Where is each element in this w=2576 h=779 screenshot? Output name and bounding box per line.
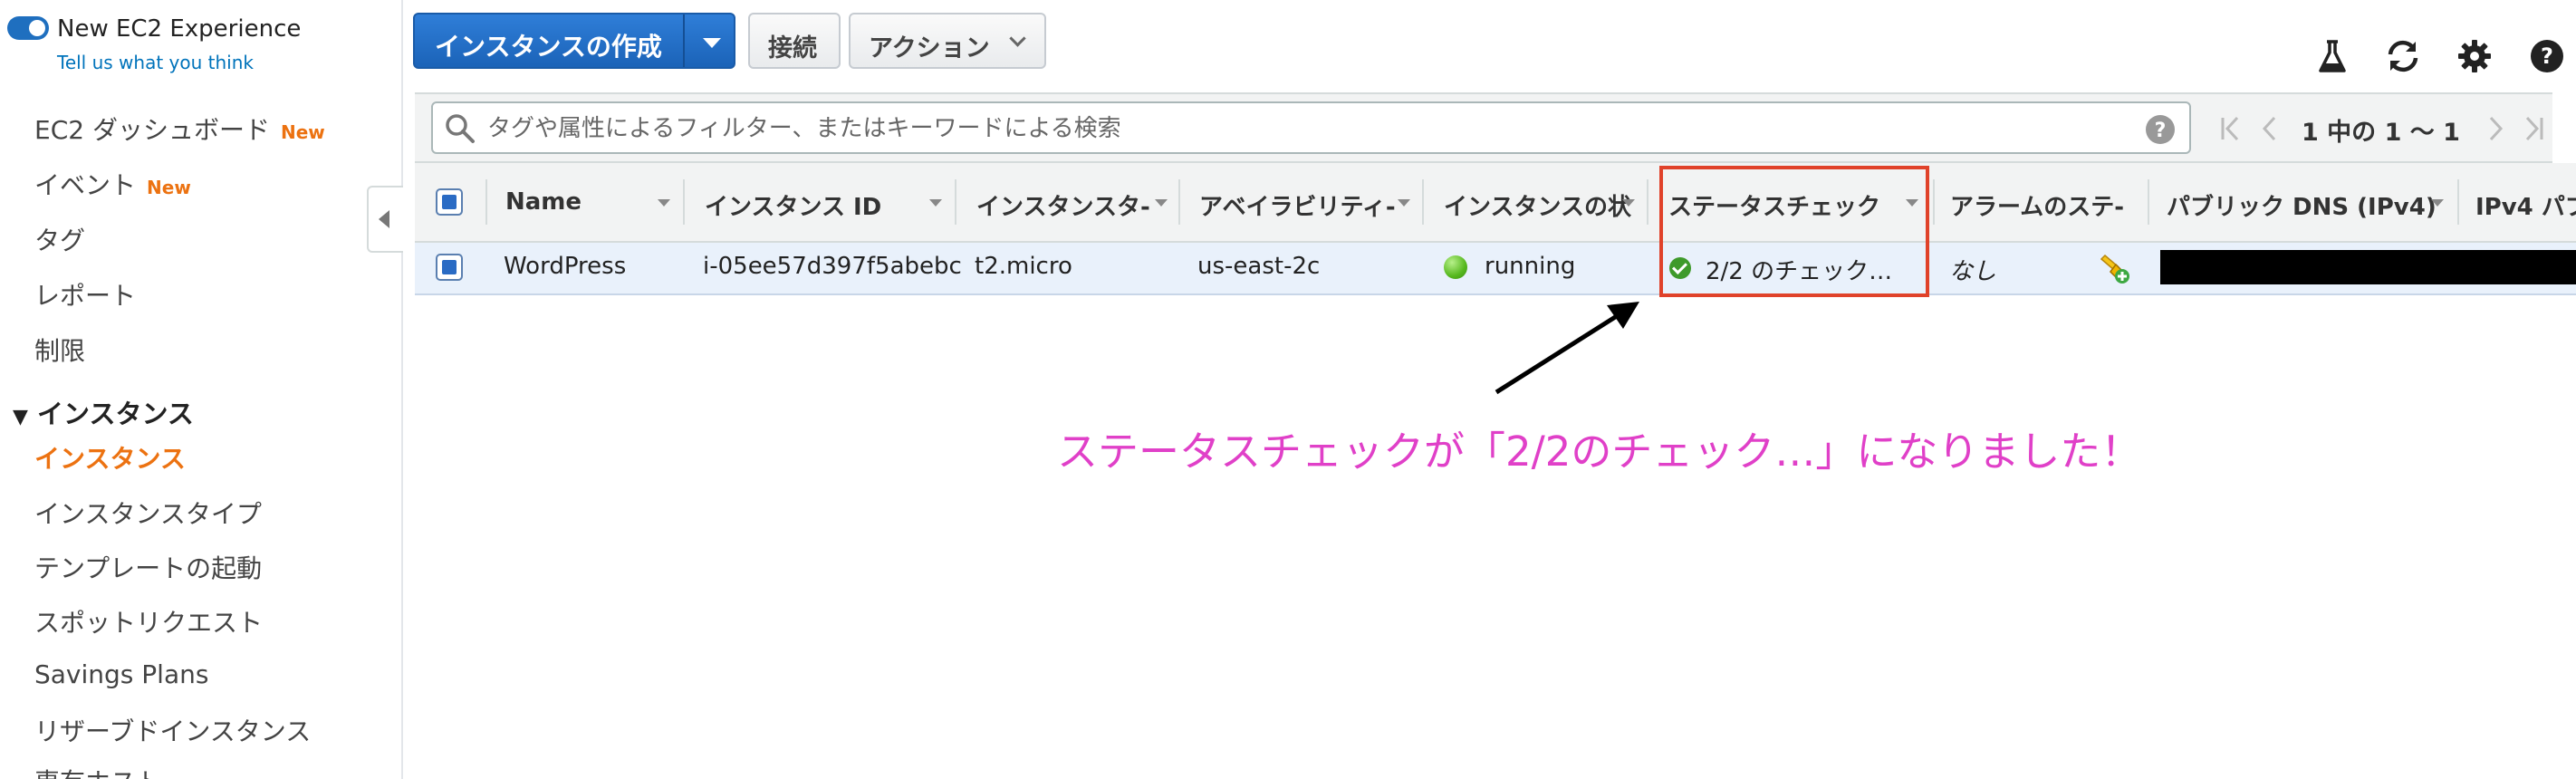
column-divider bbox=[1933, 179, 1935, 225]
annotation-text: ステータスチェックが「2/2のチェック…」になりました！ bbox=[1057, 428, 2142, 476]
new-experience-label: New EC2 Experience bbox=[57, 15, 302, 43]
sidebar-item-instances[interactable]: インスタンス bbox=[34, 439, 186, 476]
sidebar-item-spot-requests[interactable]: スポットリクエスト bbox=[34, 603, 263, 640]
sort-icon[interactable] bbox=[2431, 199, 2444, 207]
cell-name: WordPress bbox=[504, 253, 627, 280]
cell-instance-id: i-05ee57d397f5abebc bbox=[703, 253, 962, 280]
new-badge: New bbox=[280, 121, 325, 143]
button-divider bbox=[683, 14, 685, 67]
svg-text:?: ? bbox=[2541, 43, 2553, 69]
cell-instance-state: running bbox=[1485, 253, 1576, 280]
sidebar-item-dashboard[interactable]: EC2 ダッシュボード New bbox=[34, 111, 325, 147]
sidebar-collapse-button[interactable] bbox=[367, 186, 403, 253]
gear-icon[interactable] bbox=[2455, 36, 2494, 76]
connect-label: 接続 bbox=[768, 34, 817, 63]
cell-alarm-status: なし bbox=[1949, 258, 1997, 285]
cell-availability-zone: us-east-2c bbox=[1197, 253, 1321, 280]
select-all-checkbox[interactable] bbox=[436, 188, 463, 216]
sidebar-section-instances[interactable]: ▼ インスタンス bbox=[13, 393, 194, 431]
new-badge: New bbox=[147, 177, 191, 198]
column-divider bbox=[683, 179, 685, 225]
sidebar-item-label: イベント bbox=[34, 170, 137, 200]
toggle-switch[interactable] bbox=[7, 16, 49, 40]
previous-page-icon[interactable] bbox=[2258, 114, 2280, 143]
sort-icon[interactable] bbox=[1622, 199, 1635, 207]
column-divider bbox=[1178, 179, 1180, 225]
actions-label: アクション bbox=[869, 34, 990, 63]
filter-bar: ? 1 中の 1 〜 1 bbox=[415, 92, 2552, 163]
column-header-alarm-status[interactable]: アラームのステ- bbox=[1950, 188, 2140, 222]
column-header-instance-id[interactable]: インスタンス ID bbox=[705, 188, 922, 222]
new-experience-toggle[interactable] bbox=[7, 16, 49, 40]
search-box[interactable]: ? bbox=[431, 101, 2191, 154]
sidebar-item-limits[interactable]: 制限 bbox=[34, 332, 85, 368]
column-divider bbox=[2148, 179, 2149, 225]
search-icon bbox=[446, 114, 475, 143]
search-input[interactable] bbox=[485, 109, 2101, 149]
sidebar-item-reserved-instances[interactable]: リザーブドインスタンス bbox=[34, 712, 311, 748]
section-title: インスタンス bbox=[37, 399, 194, 429]
flask-icon[interactable] bbox=[2312, 36, 2352, 76]
redacted-public-dns bbox=[2160, 250, 2576, 284]
column-header-instance-type[interactable]: インスタンスタ- bbox=[976, 188, 1167, 222]
column-header-instance-state[interactable]: インスタンスの状 bbox=[1444, 188, 1634, 222]
column-divider bbox=[955, 179, 956, 225]
table-header: Name インスタンス ID インスタンスタ- アベイラビリティ- インスタンス… bbox=[415, 163, 2576, 243]
sidebar: New EC2 Experience Tell us what you thin… bbox=[0, 0, 403, 779]
feedback-link[interactable]: Tell us what you think bbox=[57, 52, 254, 73]
sort-icon[interactable] bbox=[929, 199, 942, 207]
help-icon[interactable]: ? bbox=[2527, 36, 2567, 76]
create-instance-label: インスタンスの作成 bbox=[435, 32, 662, 62]
column-divider bbox=[485, 179, 487, 225]
sort-icon[interactable] bbox=[658, 199, 670, 207]
column-header-public-dns[interactable]: パブリック DNS (IPv4) bbox=[2167, 188, 2438, 222]
column-divider bbox=[1647, 179, 1648, 225]
sort-icon[interactable] bbox=[1398, 199, 1410, 207]
first-page-icon[interactable] bbox=[2217, 114, 2244, 143]
annotation-arrow-icon bbox=[1495, 302, 1639, 395]
sidebar-item-savings-plans[interactable]: Savings Plans bbox=[34, 659, 208, 689]
sidebar-item-events[interactable]: イベント New bbox=[34, 166, 191, 202]
cell-instance-type: t2.micro bbox=[975, 253, 1072, 280]
connect-button[interactable]: 接続 bbox=[748, 13, 841, 69]
refresh-icon[interactable] bbox=[2383, 36, 2423, 76]
actions-button[interactable]: アクション bbox=[849, 13, 1046, 69]
chevron-down-icon bbox=[1009, 30, 1026, 47]
column-divider bbox=[1422, 179, 1424, 225]
add-alarm-icon[interactable] bbox=[2098, 252, 2130, 284]
caret-down-icon: ▼ bbox=[13, 406, 28, 428]
status-check-highlight-box bbox=[1659, 166, 1929, 297]
sidebar-item-dedicated-hosts[interactable]: 専有ホスト bbox=[34, 763, 161, 779]
last-page-icon[interactable] bbox=[2520, 114, 2547, 143]
column-header-ipv4-public[interactable]: IPv4 パブ bbox=[2475, 188, 2576, 222]
svg-text:?: ? bbox=[2155, 120, 2167, 142]
sidebar-item-reports[interactable]: レポート bbox=[34, 276, 136, 313]
sidebar-item-label: EC2 ダッシュボード bbox=[34, 115, 270, 145]
sidebar-item-instance-types[interactable]: インスタンスタイプ bbox=[34, 495, 262, 531]
create-instance-button[interactable]: インスタンスの作成 bbox=[413, 13, 735, 69]
sidebar-item-tags[interactable]: タグ bbox=[34, 221, 85, 257]
column-header-availability-zone[interactable]: アベイラビリティ- bbox=[1199, 188, 1408, 222]
column-divider bbox=[2457, 179, 2459, 225]
help-circle-icon[interactable]: ? bbox=[2145, 114, 2176, 145]
sidebar-item-launch-templates[interactable]: テンプレートの起動 bbox=[34, 549, 262, 585]
pagination-text: 1 中の 1 〜 1 bbox=[2302, 119, 2460, 147]
column-header-name[interactable]: Name bbox=[505, 188, 650, 216]
running-status-icon bbox=[1444, 255, 1467, 279]
sort-icon[interactable] bbox=[1155, 199, 1168, 207]
row-checkbox[interactable] bbox=[436, 254, 463, 281]
dropdown-caret-icon[interactable] bbox=[703, 38, 721, 48]
next-page-icon[interactable] bbox=[2485, 114, 2507, 143]
